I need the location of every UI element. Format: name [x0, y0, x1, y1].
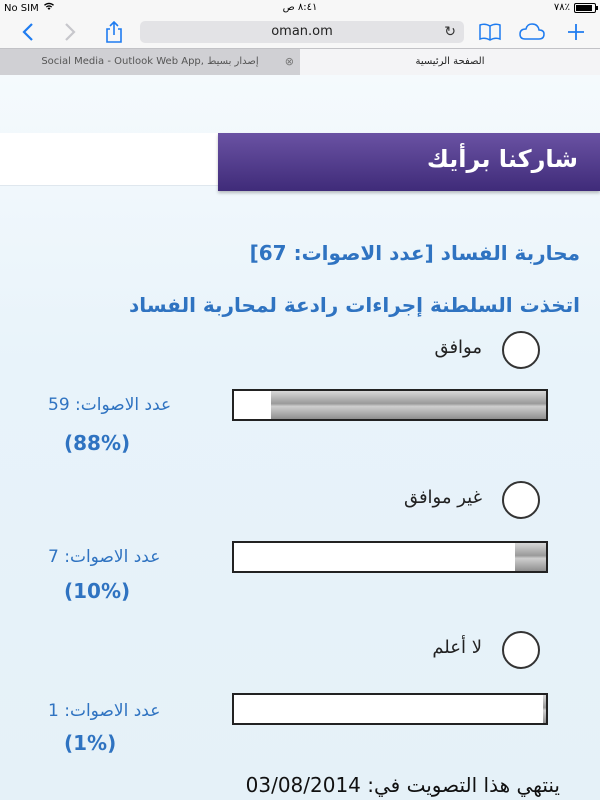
tab-label: الصفحة الرئيسية: [415, 56, 485, 67]
poll: محاربة الفساد [عدد الاصوات: 67] اتخذت ال…: [0, 75, 600, 800]
url-text: oman.om: [271, 24, 333, 39]
share-icon: [106, 21, 122, 43]
web-page: شاركنا برأيك محاربة الفساد [عدد الاصوات:…: [0, 75, 600, 800]
radio-dont-know[interactable]: [502, 631, 540, 669]
bookmarks-button[interactable]: [476, 16, 504, 48]
option-label-agree: موافق: [434, 337, 482, 358]
share-button[interactable]: [100, 16, 128, 48]
back-chevron-icon: [22, 23, 33, 41]
votes-agree: عدد الاصوات: 59: [48, 395, 172, 415]
battery-icon: [574, 2, 598, 13]
new-tab-button[interactable]: [562, 16, 590, 48]
forward-chevron-icon: [65, 23, 76, 41]
plus-icon: [568, 24, 584, 40]
percent-agree: (88%): [64, 431, 131, 455]
result-bar-agree: [232, 389, 548, 421]
reload-icon[interactable]: ↻: [444, 21, 456, 43]
votes-disagree: عدد الاصوات: 7: [48, 547, 161, 567]
poll-question: اتخذت السلطنة إجراءات رادعة لمحاربة الفس…: [129, 293, 580, 317]
result-bar-disagree: [232, 541, 548, 573]
status-bar: No SIM ٨:٤١ ص ٧٨٪: [0, 0, 600, 16]
close-tab-icon[interactable]: ⊗: [285, 49, 294, 75]
battery-percent: ٧٨٪: [553, 2, 570, 13]
radio-agree[interactable]: [502, 331, 540, 369]
forward-button[interactable]: [56, 16, 84, 48]
address-bar[interactable]: oman.om ↻: [140, 21, 464, 43]
cloud-icon: [519, 23, 545, 40]
tab-outlook[interactable]: Social Media - Outlook Web App, إصدار بس…: [0, 49, 301, 75]
radio-disagree[interactable]: [502, 481, 540, 519]
option-label-disagree: غير موافق: [403, 487, 482, 508]
status-right: ٧٨٪: [553, 2, 598, 13]
result-bar-fill: [271, 391, 546, 419]
tab-bar: Social Media - Outlook Web App, إصدار بس…: [0, 48, 600, 76]
status-time: ٨:٤١ ص: [282, 2, 318, 13]
percent-disagree: (10%): [64, 579, 131, 603]
poll-end-date: ينتهي هذا التصويت في: 03/08/2014: [245, 773, 560, 797]
poll-title: محاربة الفساد [عدد الاصوات: 67]: [249, 241, 580, 265]
tab-label: Social Media - Outlook Web App, إصدار بس…: [41, 56, 259, 67]
tab-home[interactable]: الصفحة الرئيسية: [300, 49, 600, 75]
option-label-dont-know: لا أعلم: [432, 637, 482, 658]
result-bar-dont-know: [232, 693, 548, 725]
votes-dont-know: عدد الاصوات: 1: [48, 701, 161, 721]
book-icon: [479, 23, 501, 41]
result-bar-fill: [542, 695, 546, 723]
percent-dont-know: (1%): [64, 731, 117, 755]
icloud-tabs-button[interactable]: [518, 16, 546, 48]
back-button[interactable]: [14, 16, 42, 48]
result-bar-fill: [514, 543, 546, 571]
browser-toolbar: oman.om ↻: [0, 16, 600, 48]
